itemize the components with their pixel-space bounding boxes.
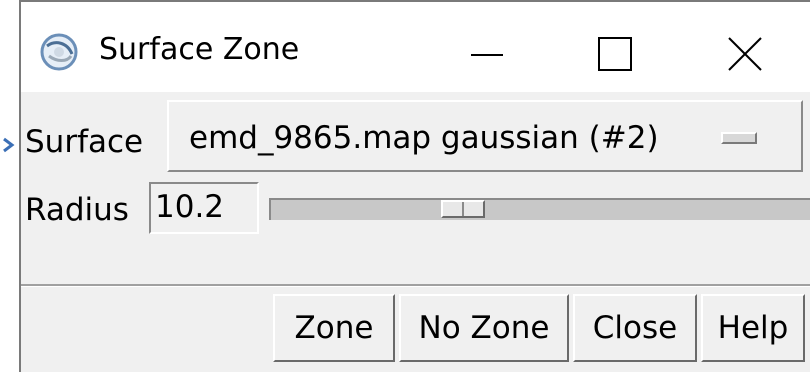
surface-menu-button[interactable]: emd_9865.map gaussian (#2) bbox=[167, 100, 803, 172]
close-button[interactable]: Close bbox=[573, 294, 697, 362]
no-zone-button[interactable]: No Zone bbox=[399, 294, 569, 362]
title-bar[interactable]: Surface Zone bbox=[21, 2, 810, 92]
close-window-button[interactable] bbox=[697, 20, 785, 84]
divider bbox=[21, 284, 810, 287]
surface-selected-value: emd_9865.map gaussian (#2) bbox=[189, 120, 659, 156]
radius-input[interactable]: 10.2 bbox=[149, 182, 259, 234]
window-title: Surface Zone bbox=[99, 32, 300, 67]
radius-slider[interactable] bbox=[269, 198, 810, 220]
surface-label: Surface bbox=[25, 124, 144, 160]
minimize-icon bbox=[471, 54, 503, 56]
close-icon bbox=[728, 37, 762, 71]
minimize-button[interactable] bbox=[441, 20, 529, 84]
app-icon bbox=[39, 32, 79, 72]
pointer-arrow-icon bbox=[3, 137, 15, 153]
maximize-icon bbox=[598, 37, 632, 71]
zone-button[interactable]: Zone bbox=[273, 294, 395, 362]
option-menu-indicator-icon bbox=[721, 132, 757, 144]
radius-slider-thumb[interactable] bbox=[441, 200, 485, 218]
radius-label: Radius bbox=[25, 192, 129, 228]
surface-zone-dialog: Surface Zone Surface emd_9865.map gaussi… bbox=[19, 0, 810, 372]
maximize-button[interactable] bbox=[569, 20, 657, 84]
help-button[interactable]: Help bbox=[701, 294, 805, 362]
